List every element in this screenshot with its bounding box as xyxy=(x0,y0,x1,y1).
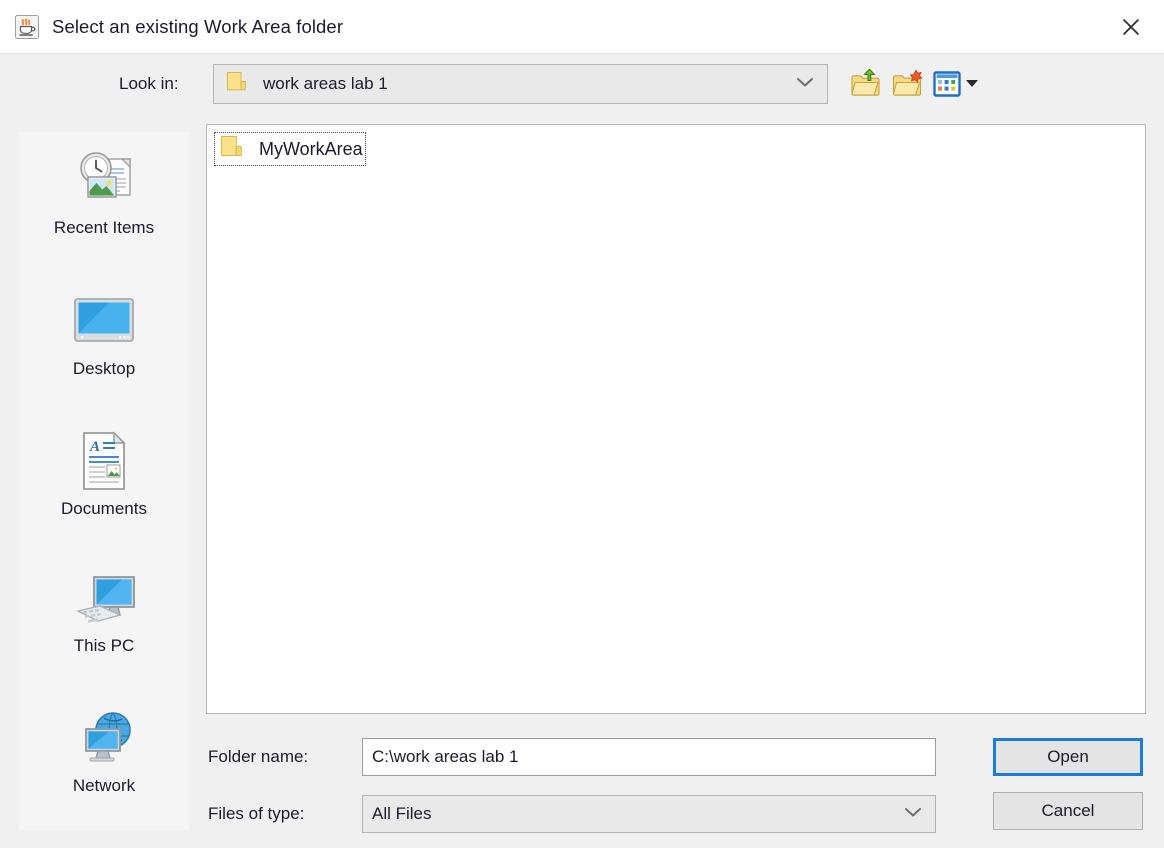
file-chooser-dialog: Select an existing Work Area folder Look… xyxy=(0,0,1164,848)
recent-items-icon xyxy=(68,146,140,214)
sidebar-item-recent-items[interactable]: Recent Items xyxy=(19,146,189,266)
sidebar-item-label: Recent Items xyxy=(53,218,155,237)
close-icon[interactable] xyxy=(1098,0,1164,54)
file-name: MyWorkArea xyxy=(259,138,363,159)
documents-page-icon: A xyxy=(76,427,132,495)
look-in-row: Look in: work areas lab 1 xyxy=(0,54,1164,114)
look-in-combobox[interactable]: work areas lab 1 xyxy=(213,64,828,104)
cancel-button[interactable]: Cancel xyxy=(993,792,1143,830)
up-one-level-button[interactable] xyxy=(848,66,884,102)
open-button[interactable]: Open xyxy=(993,738,1143,776)
files-of-type-label: Files of type: xyxy=(208,804,305,823)
files-of-type-combobox[interactable]: All Files xyxy=(362,795,936,833)
this-pc-computer-icon xyxy=(66,564,142,632)
network-globe-icon xyxy=(66,704,142,772)
shortcut-pane: Recent Items Desktop A Documents This PC… xyxy=(19,132,189,830)
sidebar-item-network[interactable]: Network xyxy=(19,704,189,824)
list-item[interactable]: MyWorkArea xyxy=(214,132,366,166)
look-in-value: work areas lab 1 xyxy=(263,74,388,93)
folder-icon xyxy=(225,71,249,98)
view-menu-button[interactable] xyxy=(932,66,962,102)
sidebar-item-desktop[interactable]: Desktop xyxy=(19,287,189,407)
sidebar-item-label: This PC xyxy=(73,636,135,655)
java-coffee-cup-icon xyxy=(14,14,40,40)
folder-icon xyxy=(219,135,245,164)
sidebar-item-documents[interactable]: A Documents xyxy=(19,427,189,547)
sidebar-item-this-pc[interactable]: This PC xyxy=(19,564,189,684)
chevron-down-icon[interactable] xyxy=(795,74,815,94)
look-in-label: Look in: xyxy=(119,74,179,93)
sidebar-item-label: Network xyxy=(72,776,136,795)
title-bar: Select an existing Work Area folder xyxy=(0,0,1164,54)
file-list[interactable]: MyWorkArea xyxy=(206,124,1146,714)
files-of-type-value: All Files xyxy=(372,804,432,823)
sidebar-item-label: Documents xyxy=(61,499,147,518)
view-menu-chevron-icon[interactable] xyxy=(966,80,978,87)
sidebar-item-label: Desktop xyxy=(72,359,136,378)
desktop-monitor-icon xyxy=(69,287,139,355)
svg-text:A: A xyxy=(89,439,100,455)
chevron-down-icon[interactable] xyxy=(903,804,923,824)
window-title: Select an existing Work Area folder xyxy=(52,15,344,37)
folder-name-label: Folder name: xyxy=(208,747,309,766)
create-new-folder-button[interactable] xyxy=(890,66,926,102)
folder-name-input[interactable]: C:\work areas lab 1 xyxy=(362,738,936,776)
